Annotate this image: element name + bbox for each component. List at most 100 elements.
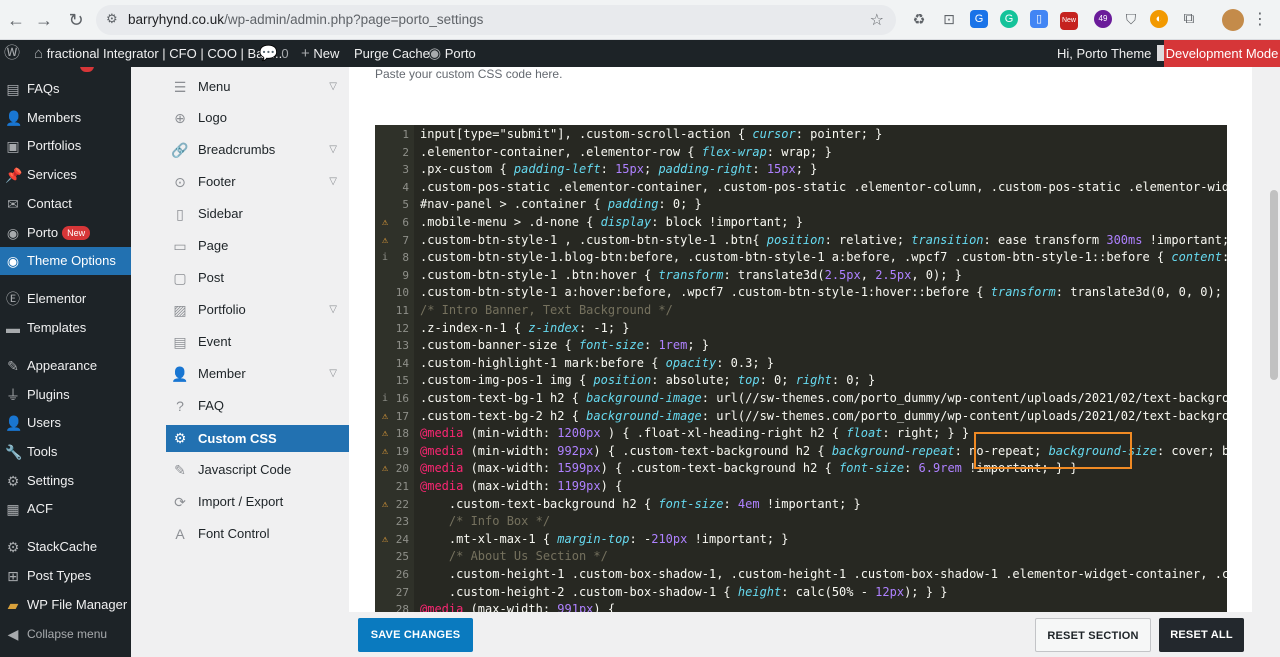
menu-porto[interactable]: ◉ Porto New	[0, 219, 131, 247]
my-account-link[interactable]: Hi, Porto Theme	[1057, 40, 1174, 67]
css-code-editor[interactable]: 1 input[type="submit"], .custom-scroll-ac…	[375, 125, 1227, 612]
save-changes-button[interactable]: SAVE CHANGES	[358, 618, 473, 652]
menu-faqs[interactable]: ▤ FAQs	[0, 75, 131, 103]
menu-acf[interactable]: ▦ ACF	[0, 495, 131, 523]
menu-templates[interactable]: ▬ Templates	[0, 314, 131, 342]
nav-faq[interactable]: ? FAQ	[166, 394, 349, 418]
docs-extension-icon[interactable]: ▯	[1030, 10, 1048, 28]
nav-sidebar[interactable]: ▯ Sidebar	[166, 202, 349, 226]
counter-extension-icon[interactable]: 49	[1094, 10, 1112, 28]
grammarly-icon[interactable]: G	[1000, 10, 1018, 28]
page-scrollbar[interactable]	[1270, 190, 1278, 380]
code-line[interactable]: 13 .custom-banner-size { font-size: 1rem;…	[375, 337, 1227, 355]
code-line[interactable]: 3 .px-custom { padding-left: 15px; paddin…	[375, 161, 1227, 179]
nav-font-control[interactable]: A Font Control	[166, 522, 349, 546]
bookmark-star-icon[interactable]: ☆	[870, 10, 884, 30]
reload-icon[interactable]: ↻	[64, 8, 88, 32]
new-badge-extension-icon[interactable]: New	[1060, 12, 1078, 30]
users-icon: 👤	[5, 415, 23, 431]
nav-menu[interactable]: ☰ Menu ▽	[166, 75, 349, 99]
nav-event[interactable]: ▤ Event	[166, 330, 349, 354]
menu-contact[interactable]: ✉ Contact	[0, 190, 131, 218]
development-mode-badge[interactable]: Development Mode	[1164, 40, 1280, 67]
code-line[interactable]: 15 .custom-img-pos-1 img { position: abso…	[375, 372, 1227, 390]
code-line[interactable]: 23 /* Info Box */	[375, 513, 1227, 531]
code-line[interactable]: 25 /* About Us Section */	[375, 548, 1227, 566]
code-line[interactable]: ⚠ 17 .custom-text-bg-2 h2 { background-ima…	[375, 408, 1227, 426]
code-line[interactable]: 21 @media (max-width: 1199px) {	[375, 478, 1227, 496]
menu-appearance[interactable]: ✎ Appearance	[0, 352, 131, 380]
menu-stackcache[interactable]: ⚙ StackCache	[0, 533, 131, 561]
shield-extension-icon[interactable]: ⛉	[1122, 10, 1140, 28]
code-line[interactable]: i 16 .custom-text-bg-1 h2 { background-ima…	[375, 390, 1227, 408]
new-content-link[interactable]: + New	[301, 40, 339, 67]
menu-plugins[interactable]: ⏚ Plugins	[0, 381, 131, 409]
code-line[interactable]: 9 .custom-btn-style-1 .btn:hover { transf…	[375, 267, 1227, 285]
url-text[interactable]: barryhynd.co.uk/wp-admin/admin.php?page=…	[128, 12, 483, 27]
translate-extension-icon[interactable]: ♻	[910, 10, 928, 28]
comments-link[interactable]: 💬 0	[259, 40, 289, 67]
menu-tools[interactable]: 🔧 Tools	[0, 438, 131, 466]
porto-link[interactable]: ◉ Porto	[428, 40, 476, 67]
extensions-puzzle-icon[interactable]: ⧉	[1180, 10, 1198, 28]
refresh-icon: ⟳	[174, 494, 186, 510]
nav-custom-css[interactable]: ⚙ Custom CSS	[166, 425, 349, 452]
menu-wp-file-manager[interactable]: ▰ WP File Manager	[0, 591, 131, 619]
line-number: 18	[395, 427, 409, 441]
nav-logo[interactable]: ⊕ Logo	[166, 106, 349, 130]
site-name-link[interactable]: ⌂ fractional Integrator | CFO | COO | Ba…	[34, 40, 282, 67]
address-bar[interactable]: ⚙ barryhynd.co.uk/wp-admin/admin.php?pag…	[96, 5, 896, 35]
code-line[interactable]: 10 .custom-btn-style-1 a:hover:before, .w…	[375, 284, 1227, 302]
browser-menu-icon[interactable]: ⋮	[1252, 9, 1268, 29]
nav-post[interactable]: ▢ Post	[166, 266, 349, 290]
menu-users[interactable]: 👤 Users	[0, 409, 131, 437]
nav-member[interactable]: 👤 Member ▽	[166, 362, 349, 386]
colorful-extension-icon[interactable]: ◐	[1150, 10, 1168, 28]
nav-import-export[interactable]: ⟳ Import / Export	[166, 490, 349, 514]
nav-portfolio[interactable]: ▨ Portfolio ▽	[166, 298, 349, 322]
menu-members[interactable]: 👤 Members	[0, 104, 131, 132]
chevron-down-icon: ▽	[329, 81, 337, 92]
camera-extension-icon[interactable]: ⊡	[940, 10, 958, 28]
code-line[interactable]: 2 .elementor-container, .elementor-row { …	[375, 144, 1227, 162]
code-line[interactable]: ⚠ 7 .custom-btn-style-1 , .custom-btn-styl…	[375, 232, 1227, 250]
nav-javascript-code[interactable]: ✎ Javascript Code	[166, 458, 349, 482]
wordpress-logo-icon[interactable]: Ⓦ	[4, 40, 20, 67]
greeting-text: Hi, Porto Theme	[1057, 46, 1152, 61]
line-number: 13	[395, 339, 409, 353]
reset-section-button[interactable]: RESET SECTION	[1035, 618, 1151, 652]
nav-page[interactable]: ▭ Page	[166, 234, 349, 258]
menu-post-types[interactable]: ⊞ Post Types	[0, 562, 131, 590]
menu-elementor[interactable]: Ⓔ Elementor	[0, 285, 131, 313]
google-translate-icon[interactable]: G	[970, 10, 988, 28]
code-line[interactable]: 27 .custom-height-2 .custom-box-shadow-1…	[375, 584, 1227, 602]
site-info-icon[interactable]: ⚙	[106, 11, 118, 27]
nav-footer[interactable]: ⊙ Footer ▽	[166, 170, 349, 194]
menu-theme-options[interactable]: ◉ Theme Options	[0, 247, 131, 275]
reset-all-button[interactable]: RESET ALL	[1159, 618, 1244, 652]
forward-arrow-icon[interactable]: →	[32, 8, 56, 32]
code-line[interactable]: 1 input[type="submit"], .custom-scroll-ac…	[375, 126, 1227, 144]
menu-portfolios[interactable]: ▣ Portfolios	[0, 132, 131, 160]
code-line[interactable]: 5 #nav-panel > .container { padding: 0; }	[375, 196, 1227, 214]
profile-avatar[interactable]	[1222, 9, 1244, 31]
menu-settings[interactable]: ⚙ Settings	[0, 467, 131, 495]
menu-label: Members	[27, 110, 82, 125]
code-line[interactable]: 14 .custom-highlight-1 mark:before { opac…	[375, 355, 1227, 373]
code-line[interactable]: 11 /* Intro Banner, Text Background */	[375, 302, 1227, 320]
page-icon: ▭	[173, 238, 187, 254]
code-line[interactable]: 4 .custom-pos-static .elementor-container…	[375, 179, 1227, 197]
code-line[interactable]: 26 .custom-height-1 .custom-box-shadow-1…	[375, 566, 1227, 584]
menu-label: Tools	[27, 444, 58, 459]
purge-cache-link[interactable]: Purge Cache	[354, 40, 430, 67]
back-arrow-icon[interactable]: ←	[4, 8, 28, 32]
code-line[interactable]: i 8 .custom-btn-style-1.blog-btn:before, .…	[375, 249, 1227, 267]
code-line[interactable]: 28 @media (max-width: 991px) {	[375, 601, 1227, 612]
code-line[interactable]: 12 .z-index-n-1 { z-index: -1; }	[375, 320, 1227, 338]
menu-services[interactable]: 📌 Services	[0, 161, 131, 189]
code-line[interactable]: ⚠ 24 .mt-xl-max-1 { margin-top: -210px !i…	[375, 531, 1227, 549]
menu-collapse[interactable]: ◀ Collapse menu	[0, 620, 131, 648]
code-line[interactable]: ⚠ 6 .mobile-menu > .d-none { display: bloc…	[375, 214, 1227, 232]
nav-breadcrumbs[interactable]: 🔗 Breadcrumbs ▽	[166, 138, 349, 162]
code-line[interactable]: ⚠ 22 .custom-text-background h2 { font-si…	[375, 496, 1227, 514]
